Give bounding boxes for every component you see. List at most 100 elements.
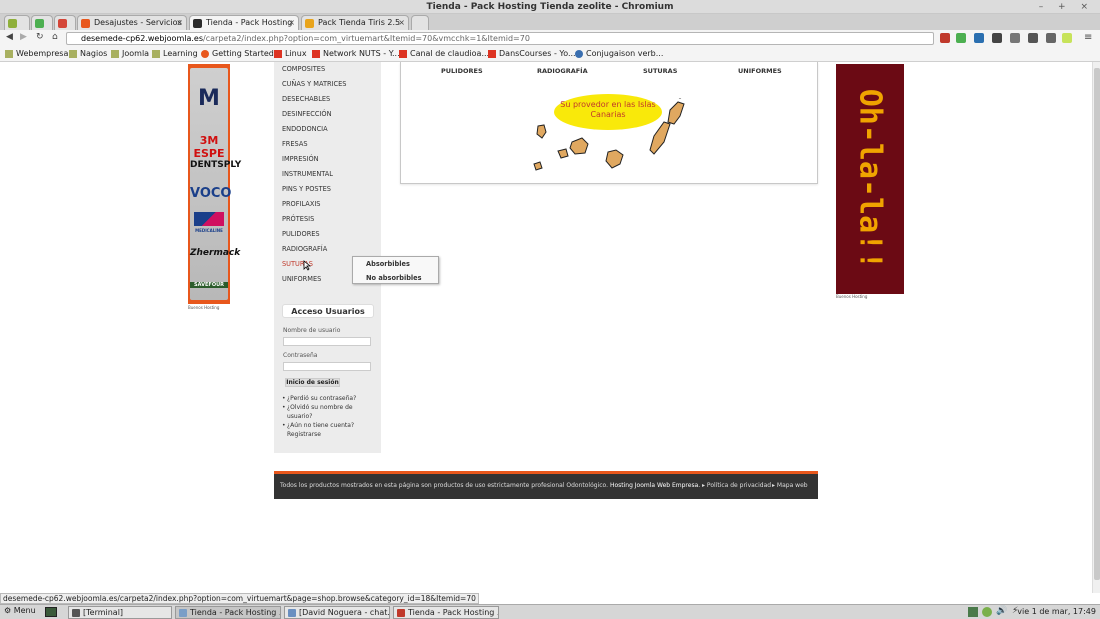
page-scrollbar[interactable] [1092,62,1100,593]
category-link-radiografia[interactable]: RADIOGRAFÍA [537,67,588,75]
tab-label: Desajustes - Servicios [94,18,182,27]
sitemap-link[interactable]: ▸ Mapa web [772,482,808,489]
status-url: desemede-cp62.webjoomla.es/carpeta2/inde… [0,593,479,604]
clock[interactable]: vie 1 de mar, 17:49 [1017,607,1096,616]
window-title: Tienda - Pack Hosting Tienda zeolite - C… [426,2,674,12]
bookmark-linux[interactable]: Linux [274,48,307,60]
window-controls[interactable]: – + × [1039,0,1094,14]
reload-icon[interactable]: ↻ [36,32,44,42]
login-button[interactable]: Inicio de sesión [285,378,340,387]
home-icon[interactable]: ⌂ [52,32,58,42]
bookmark-canal-claudioa[interactable]: Canal de claudioa... [399,48,489,60]
close-icon[interactable]: × [398,16,405,30]
gear-icon[interactable] [1028,33,1038,43]
gmail-icon [58,19,67,28]
bookmark-getting-started[interactable]: Getting Started [201,48,274,60]
task-tienda-2[interactable]: Tienda - Pack Hosting ... [393,606,499,619]
tab-label: Pack Tienda Tiris 2.5 [318,18,401,27]
submenu-item-absorbibles[interactable]: Absorbibles [366,260,410,268]
task-david-noguera[interactable]: [David Noguera - chat... [284,606,390,619]
forgot-password-link[interactable]: ¿Perdió su contraseña? [282,394,373,403]
site-icon [575,50,583,58]
brand-logo-savefour: SAVEFOUR [190,282,228,288]
brand-logo-3m: 3M ESPE [193,134,225,160]
menu-item-instrumental[interactable]: INSTRUMENTAL [282,170,333,178]
footer-text: Todos los productos mostrados en esta pá… [280,482,701,489]
password-label: Contraseña [283,352,318,359]
bookmark-network-nuts[interactable]: Network NUTS - Y... [312,48,400,60]
volume-icon[interactable]: 🔊 [996,606,1007,616]
tray-icon[interactable] [968,607,978,617]
brands-banner[interactable]: M 3M ESPE DENTSPLY VOCO MEDICALINE Zherm… [188,64,241,304]
close-icon[interactable]: × [176,16,183,30]
menu-item-composites[interactable]: COMPOSITES [282,65,325,73]
tab-pinned-gmail[interactable] [54,15,76,30]
privacy-link[interactable]: ▸ Política de privacidad [702,482,771,489]
menu-item-desinfeccion[interactable]: DESINFECCIÓN [282,110,332,118]
bookmark-webempresa[interactable]: Webempresa [5,48,68,60]
chat-icon [288,609,296,617]
site-icon [193,19,202,28]
url-host: desemede-cp62.webjoomla.es [81,34,203,43]
category-link-uniformes[interactable]: UNIFORMES [738,67,782,75]
bookmark-danscourses[interactable]: DansCourses - Yo... [488,48,576,60]
menu-item-profilaxis[interactable]: PROFILAXIS [282,200,320,208]
tab-pinned-1[interactable] [4,15,30,30]
puzzle-icon[interactable] [1046,33,1056,43]
menu-item-impresion[interactable]: IMPRESIÓN [282,155,319,163]
menu-item-desechables[interactable]: DESECHABLES [282,95,330,103]
menu-item-protesis[interactable]: PRÓTESIS [282,215,314,223]
promo-banner[interactable]: Oh-la-la!! [836,64,904,294]
firefox-icon [397,609,405,617]
scrollbar-thumb[interactable] [1094,68,1100,580]
username-field[interactable] [283,337,371,346]
folder-icon [69,50,77,58]
site-icon [305,19,314,28]
youtube-icon [312,50,320,58]
tab-desajustes[interactable]: Desajustes - Servicios × [77,15,187,30]
register-link[interactable]: ¿Aún no tiene cuenta? Registrarse [282,421,367,439]
menu-item-fresas[interactable]: FRESAS [282,140,308,148]
bookmark-learning[interactable]: Learning [152,48,198,60]
bookmark-nagios[interactable]: Nagios [69,48,107,60]
tab-tienda[interactable]: Tienda - Pack Hosting × [189,15,299,30]
menu-item-radiografia[interactable]: RADIOGRAFÍA [282,245,327,253]
terminal-launcher-icon[interactable] [45,607,57,617]
task-terminal[interactable]: [Terminal] [68,606,172,619]
category-link-pulidores[interactable]: PULIDORES [441,67,483,75]
extension-icon[interactable] [992,33,1002,43]
password-field[interactable] [283,362,371,371]
new-tab-button[interactable] [411,15,429,30]
task-tienda-1[interactable]: Tienda - Pack Hosting ... [175,606,281,619]
extension-icon[interactable] [1062,33,1072,43]
menu-item-cunas-matrices[interactable]: CUÑAS Y MATRICES [282,80,346,88]
medicaline-mark-icon [194,212,224,226]
back-icon[interactable]: ◀ [6,32,13,42]
favicon-icon [8,19,17,28]
forward-icon[interactable]: ▶ [20,32,27,42]
check-icon[interactable] [982,607,992,617]
tab-pinned-2[interactable] [31,15,53,30]
terminal-icon [72,609,80,617]
bookmark-conjugaison[interactable]: Conjugaison verb... [575,48,663,60]
extension-icon[interactable] [956,33,966,43]
submenu-item-no-absorbibles[interactable]: No absorbibles [366,274,422,282]
category-link-suturas[interactable]: SUTURAS [643,67,677,75]
footer-hosting-link[interactable]: Hosting Joomla Web Empresa. [610,482,700,489]
start-menu-button[interactable]: ⚙ Menu [4,606,36,615]
menu-icon[interactable]: ≡ [1084,32,1092,43]
forgot-username-link[interactable]: ¿Olvidó su nombre de usuario? [282,403,367,421]
suturas-submenu: Absorbibles No absorbibles [352,256,439,284]
menu-item-pulidores[interactable]: PULIDORES [282,230,320,238]
extension-icon[interactable] [1010,33,1020,43]
address-bar[interactable]: desemede-cp62.webjoomla.es/carpeta2/inde… [66,32,934,45]
close-icon[interactable]: × [288,16,295,30]
bookmark-joomla[interactable]: Joomla [111,48,149,60]
extension-icon[interactable] [940,33,950,43]
folder-icon [152,50,160,58]
tab-pack-tienda[interactable]: Pack Tienda Tiris 2.5 × [301,15,409,30]
extension-icon[interactable] [974,33,984,43]
menu-item-pins-postes[interactable]: PINS Y POSTES [282,185,331,193]
menu-item-uniformes[interactable]: UNIFORMES [282,275,321,283]
menu-item-endodoncia[interactable]: ENDODONCIA [282,125,328,133]
